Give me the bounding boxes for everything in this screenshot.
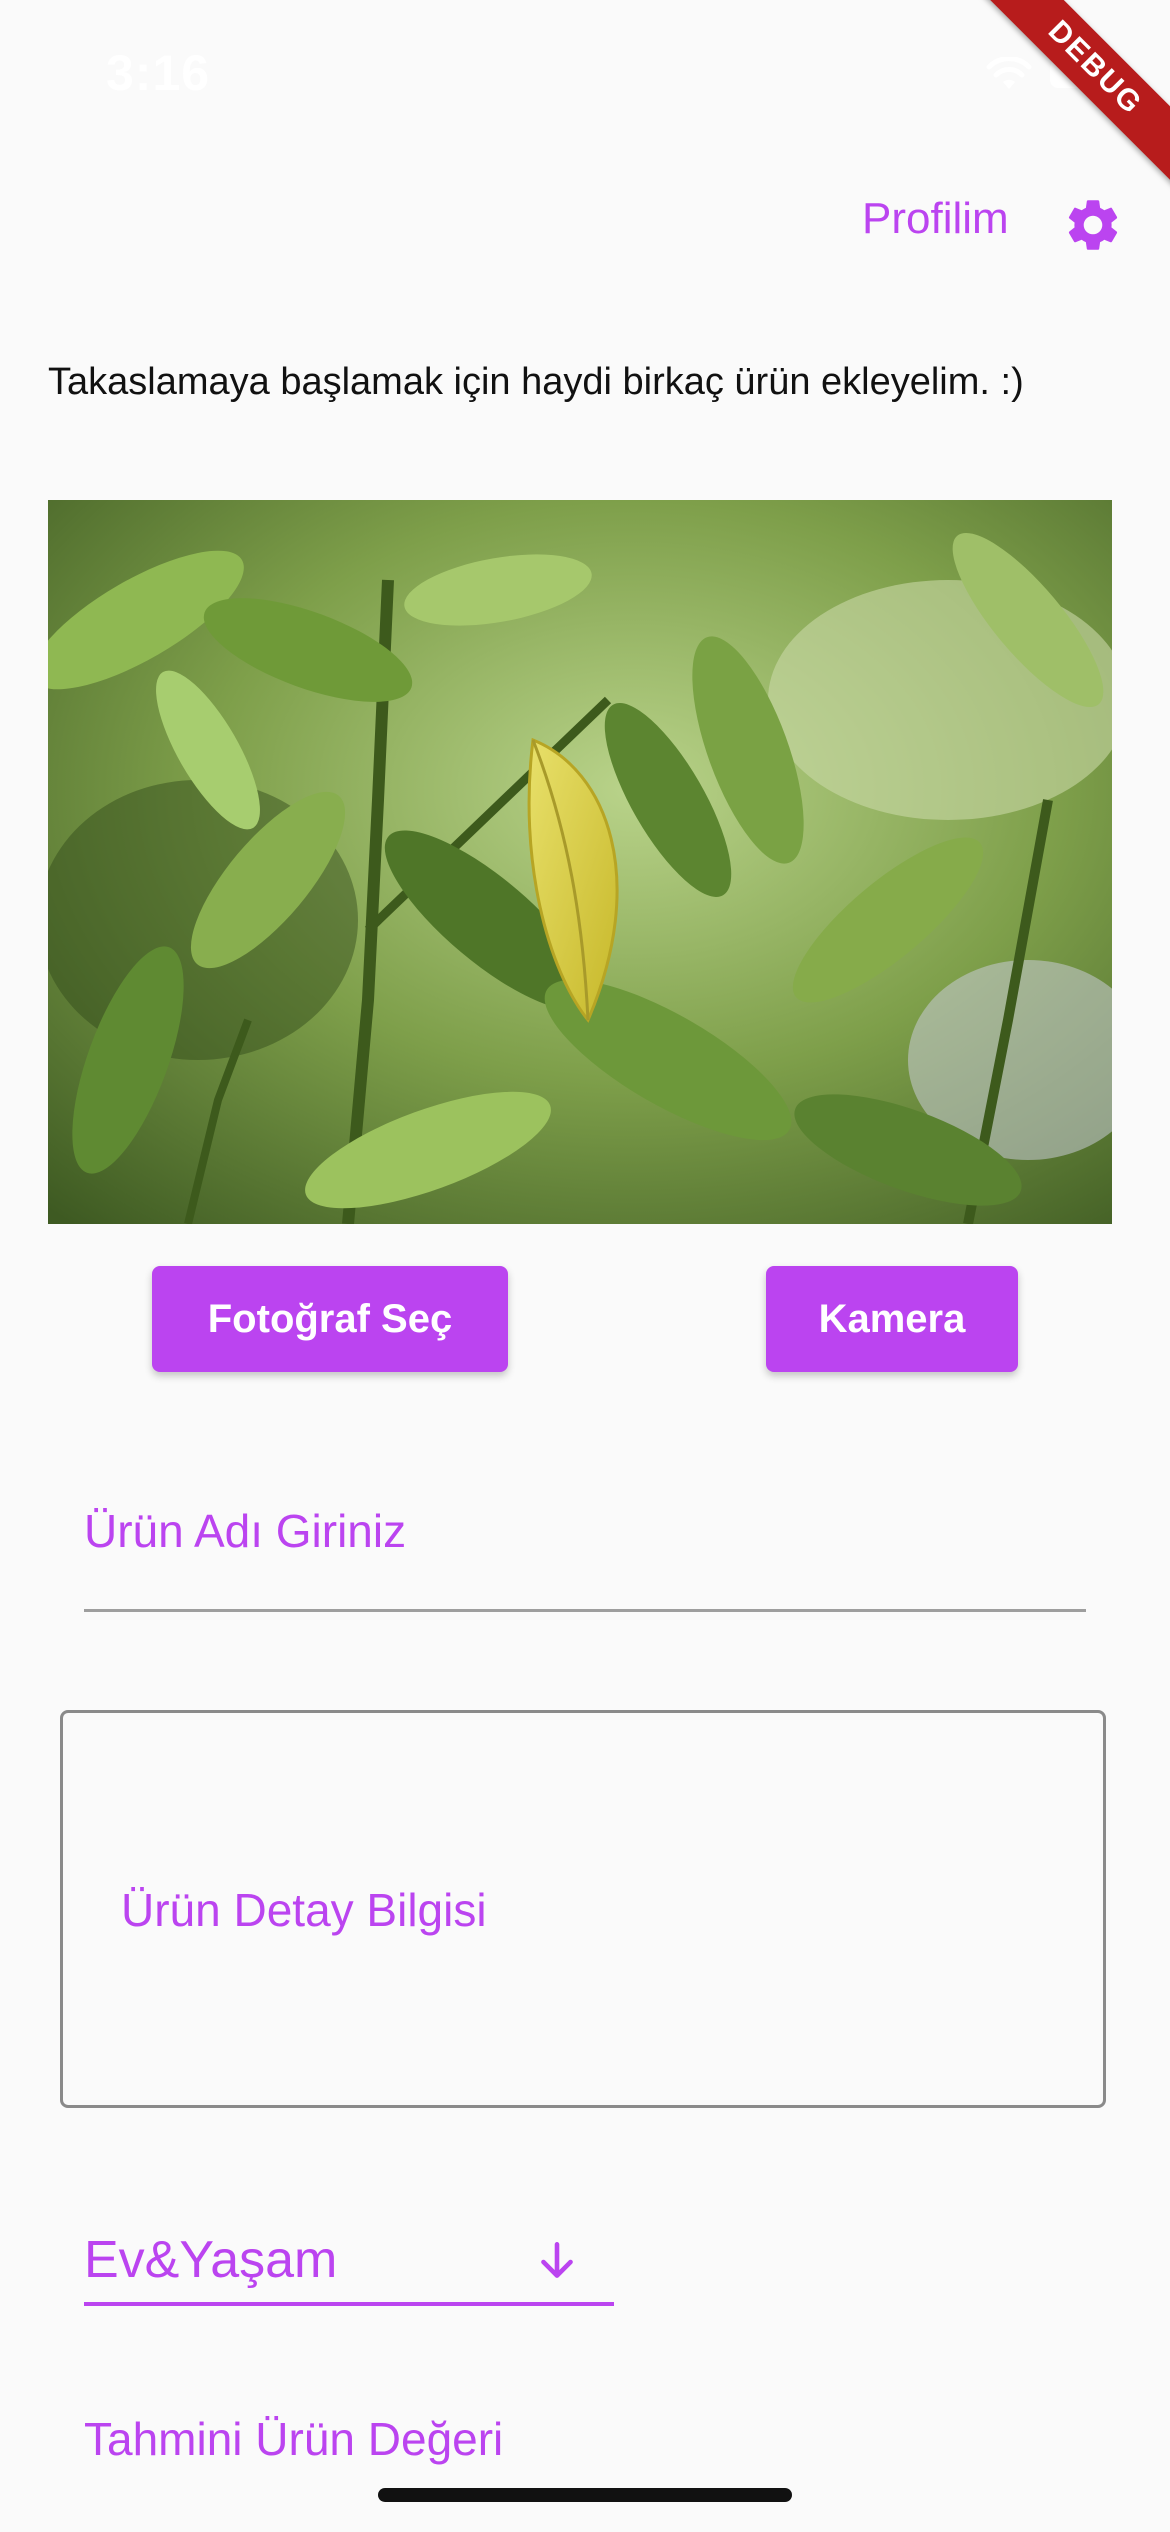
estimated-value-placeholder: Tahmini Ürün Değeri [84,2413,504,2465]
product-name-field[interactable]: Ürün Adı Giriniz [84,1480,1086,1612]
arrow-down-icon [532,2236,582,2286]
category-dropdown[interactable]: Ev&Yaşam [84,2218,614,2306]
status-time: 3:16 [106,45,211,101]
product-details-field[interactable]: Ürün Detay Bilgisi [60,1710,1106,2108]
product-photo [48,500,1112,1224]
battery-icon [1050,60,1117,88]
select-photo-button[interactable]: Fotoğraf Seç [152,1266,508,1372]
category-underline [84,2302,614,2306]
estimated-value-field[interactable]: Tahmini Ürün Değeri [84,2412,1086,2492]
product-details-placeholder: Ürün Detay Bilgisi [121,1884,487,1936]
status-icons [986,54,1117,94]
home-indicator [378,2488,792,2502]
status-bar: 3:16 [0,0,1170,140]
wifi-icon [986,57,1032,91]
camera-button[interactable]: Kamera [766,1266,1018,1372]
product-name-placeholder: Ürün Adı Giriniz [84,1505,407,1557]
category-selected-value: Ev&Yaşam [84,2231,338,2289]
profile-link[interactable]: Profilim [862,194,1009,244]
product-name-underline [84,1609,1086,1612]
intro-text: Takaslamaya başlamak için haydi birkaç ü… [48,361,1024,403]
gear-icon[interactable] [1062,194,1124,256]
